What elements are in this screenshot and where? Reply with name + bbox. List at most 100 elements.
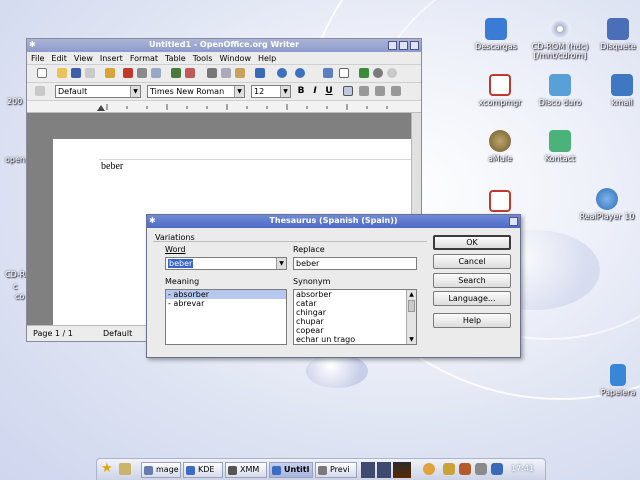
system-monitor-icon[interactable] xyxy=(393,462,411,478)
list-item[interactable]: absorber xyxy=(294,290,416,299)
desktop-icon-cdrom[interactable]: CD-ROM (hdc) [/mnt/cdrom] xyxy=(528,18,592,60)
menu-tools[interactable]: Tools xyxy=(193,54,213,63)
show-draw-icon[interactable] xyxy=(359,68,369,78)
desktop-icon-realplayer[interactable]: RealPlayer 10 xyxy=(574,188,640,221)
desktop: Descargas CD-ROM (hdc) [/mnt/cdrom] Disq… xyxy=(0,0,640,480)
underline-button[interactable]: U xyxy=(323,85,335,98)
bold-button[interactable]: B xyxy=(295,85,307,98)
close-button[interactable] xyxy=(509,217,518,226)
list-item[interactable]: echar un trago xyxy=(294,335,416,344)
autospell-icon[interactable] xyxy=(185,68,195,78)
list-item[interactable]: chingar xyxy=(294,308,416,317)
undo-icon[interactable] xyxy=(277,68,287,78)
align-center-icon[interactable] xyxy=(359,86,369,96)
paste-icon[interactable] xyxy=(235,68,245,78)
ok-button[interactable]: OK xyxy=(433,235,511,250)
kwallet-icon[interactable] xyxy=(491,463,503,475)
redo-icon[interactable] xyxy=(295,68,305,78)
scroll-down-icon[interactable]: ▼ xyxy=(407,335,416,344)
desktop-icon-kmail[interactable]: kmail xyxy=(590,74,640,107)
save-icon[interactable] xyxy=(71,68,81,78)
replace-field[interactable]: beber xyxy=(293,257,417,270)
menu-window[interactable]: Window xyxy=(219,54,251,63)
justify-icon[interactable] xyxy=(391,86,401,96)
menu-help[interactable]: Help xyxy=(258,54,276,63)
maximize-button[interactable] xyxy=(399,41,408,50)
desktop-icon-app-red[interactable] xyxy=(468,190,532,214)
meaning-list[interactable]: - absorber - abrevar xyxy=(165,289,287,345)
font-size-select[interactable]: 12 ▼ xyxy=(251,85,291,98)
gallery-icon[interactable] xyxy=(387,68,397,78)
list-item[interactable]: chupar xyxy=(294,317,416,326)
font-name-select[interactable]: Times New Roman ▼ xyxy=(147,85,245,98)
show-desktop-icon[interactable] xyxy=(119,463,131,475)
minimize-button[interactable] xyxy=(388,41,397,50)
chevron-down-icon: ▼ xyxy=(276,258,286,269)
list-item[interactable]: - abrevar xyxy=(166,299,286,308)
horizontal-ruler[interactable] xyxy=(27,101,421,113)
menu-edit[interactable]: Edit xyxy=(51,54,67,63)
thesaurus-titlebar[interactable]: ✱ Thesaurus (Spanish (Spain)) xyxy=(147,215,520,228)
list-item[interactable]: catar xyxy=(294,299,416,308)
desktop-icon-xcompmgr[interactable]: xcompmgr xyxy=(468,74,532,107)
edit-file-icon[interactable] xyxy=(105,68,115,78)
menu-insert[interactable]: Insert xyxy=(100,54,123,63)
notes-icon[interactable] xyxy=(475,463,487,475)
pager-desktop-1[interactable] xyxy=(361,462,375,478)
scroll-up-icon[interactable]: ▲ xyxy=(407,290,416,299)
word-select[interactable]: beber ▼ xyxy=(165,257,287,270)
spellcheck-icon[interactable] xyxy=(171,68,181,78)
desktop-icon-kontact[interactable]: Kontact xyxy=(528,130,592,163)
volume-icon[interactable] xyxy=(443,463,455,475)
help-button[interactable]: Help xyxy=(433,313,511,328)
close-button[interactable] xyxy=(410,41,419,50)
language-button[interactable]: Language... xyxy=(433,291,511,306)
page-preview-icon[interactable] xyxy=(151,68,161,78)
desktop-icon-disco-duro[interactable]: Disco duro xyxy=(528,74,592,107)
scroll-thumb[interactable] xyxy=(408,300,415,312)
desktop-icon-descargas[interactable]: Descargas xyxy=(464,18,528,51)
synonym-list[interactable]: absorber catar chingar chupar copear ech… xyxy=(293,289,417,345)
print-icon[interactable] xyxy=(137,68,147,78)
desktop-icon-disquete[interactable]: Disquete xyxy=(586,18,640,51)
taskbar-item-preview[interactable]: Previ xyxy=(315,462,357,478)
search-button[interactable]: Search xyxy=(433,273,511,288)
taskbar-item-mage[interactable]: mage xyxy=(141,462,181,478)
menu-table[interactable]: Table xyxy=(165,54,186,63)
navigator-icon[interactable] xyxy=(373,68,383,78)
menu-file[interactable]: File xyxy=(31,54,44,63)
hyperlink-icon[interactable] xyxy=(323,68,333,78)
document-text: beber xyxy=(101,161,124,172)
taskbar-item-xmms[interactable]: XMM xyxy=(225,462,267,478)
open-folder-icon[interactable] xyxy=(57,68,67,78)
align-left-icon[interactable] xyxy=(343,86,353,96)
writer-titlebar[interactable]: ✱ Untitled1 - OpenOffice.org Writer xyxy=(27,39,421,52)
list-item[interactable]: - absorber xyxy=(166,290,286,299)
new-document-icon[interactable] xyxy=(37,68,47,78)
email-icon[interactable] xyxy=(85,68,95,78)
clipboard-icon[interactable] xyxy=(459,463,471,475)
cancel-button[interactable]: Cancel xyxy=(433,254,511,269)
format-paintbrush-icon[interactable] xyxy=(255,68,265,78)
taskbar-item-writer[interactable]: Untitl xyxy=(269,462,313,478)
network-icon[interactable] xyxy=(423,463,435,475)
table-icon[interactable] xyxy=(339,68,349,78)
paragraph-style-select[interactable]: Default ▼ xyxy=(55,85,141,98)
styles-icon[interactable] xyxy=(35,86,45,96)
list-item[interactable]: copear xyxy=(294,326,416,335)
menu-view[interactable]: View xyxy=(74,54,93,63)
menu-format[interactable]: Format xyxy=(130,54,158,63)
clock[interactable]: 17:41 xyxy=(511,464,534,473)
taskbar-item-kde[interactable]: KDE xyxy=(183,462,223,478)
pdf-export-icon[interactable] xyxy=(123,68,133,78)
wallpaper-orb xyxy=(306,354,368,388)
synonym-scrollbar[interactable]: ▲ ▼ xyxy=(406,290,416,344)
pager-desktop-2[interactable] xyxy=(377,462,391,478)
desktop-icon-amule[interactable]: aMule xyxy=(468,130,532,163)
cut-icon[interactable] xyxy=(207,68,217,78)
align-right-icon[interactable] xyxy=(375,86,385,96)
kmenu-icon[interactable]: ★ xyxy=(101,461,115,477)
desktop-icon-papelera[interactable]: Papelera xyxy=(586,364,640,397)
italic-button[interactable]: I xyxy=(309,85,321,98)
copy-icon[interactable] xyxy=(221,68,231,78)
